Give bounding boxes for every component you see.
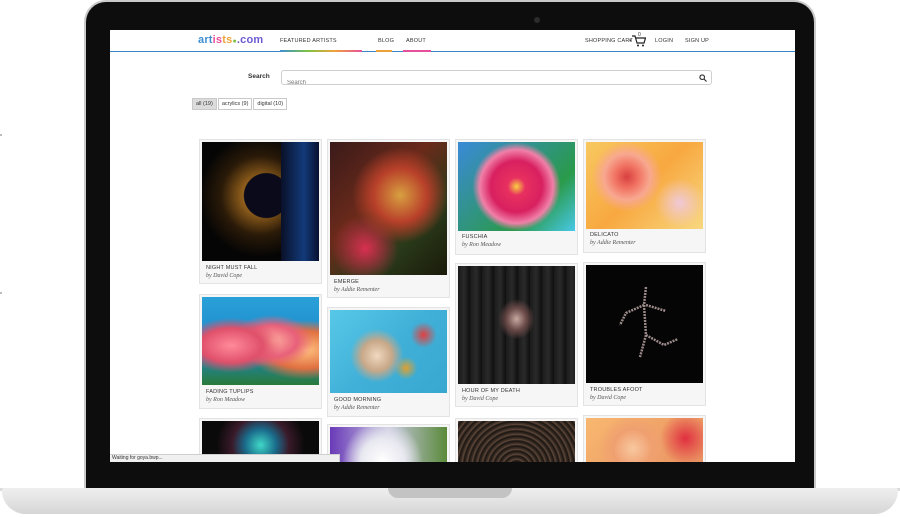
search-box[interactable] bbox=[281, 70, 712, 90]
camera-icon bbox=[534, 17, 540, 23]
side-mark bbox=[0, 134, 2, 136]
artwork-title[interactable]: NIGHT MUST FALL bbox=[206, 265, 257, 271]
artwork-artist[interactable]: by Addie Rementer bbox=[334, 287, 380, 293]
nav-accent-line bbox=[280, 50, 362, 52]
artwork-card[interactable]: FADING TUPLIPS by Ron Meadow bbox=[199, 294, 322, 409]
artwork-title[interactable]: HOUR OF MY DEATH bbox=[462, 388, 520, 394]
artwork-image[interactable] bbox=[458, 421, 575, 462]
artwork-image[interactable] bbox=[458, 142, 575, 231]
artwork-title[interactable]: GOOD MORNING bbox=[334, 397, 381, 403]
cart-count: 0 bbox=[638, 32, 641, 38]
artwork-title[interactable]: TROUBLES AFOOT bbox=[590, 387, 643, 393]
artwork-artist[interactable]: by David Cope bbox=[590, 395, 626, 401]
artwork-title[interactable]: DELICATO bbox=[590, 232, 619, 238]
artwork-image[interactable] bbox=[586, 142, 703, 229]
top-nav: artists●.com FEATURED ARTISTS BLOG ABOUT… bbox=[110, 30, 795, 52]
nav-about-underline bbox=[403, 50, 431, 52]
artwork-artist[interactable]: by David Cope bbox=[206, 273, 242, 279]
nav-featured-artists[interactable]: FEATURED ARTISTS bbox=[280, 38, 337, 44]
nav-about[interactable]: ABOUT bbox=[406, 38, 426, 44]
laptop-notch bbox=[388, 488, 512, 498]
artwork-image[interactable] bbox=[202, 142, 319, 261]
artwork-artist[interactable]: by Ron Meadow bbox=[206, 397, 245, 403]
category-filters: all (19) acrylics (9) digital (10) bbox=[192, 98, 288, 110]
artwork-card[interactable] bbox=[455, 418, 578, 462]
artwork-card[interactable]: TROUBLES AFOOT by David Cope bbox=[583, 262, 706, 406]
artwork-card[interactable]: EMERGE by Addie Rementer bbox=[327, 139, 450, 298]
filter-acrylics[interactable]: acrylics (9) bbox=[217, 98, 253, 110]
artwork-image[interactable] bbox=[586, 265, 703, 383]
artwork-artist[interactable]: by Addie Rementer bbox=[590, 240, 636, 246]
artwork-card[interactable]: DELICATO by Addie Rementer bbox=[583, 139, 706, 253]
browser-screen: artists●.com FEATURED ARTISTS BLOG ABOUT… bbox=[110, 30, 795, 462]
filter-digital[interactable]: digital (10) bbox=[253, 98, 288, 110]
nav-login[interactable]: LOGIN bbox=[655, 38, 673, 44]
site-logo[interactable]: artists●.com bbox=[198, 34, 263, 46]
artwork-title[interactable]: FADING TUPLIPS bbox=[206, 389, 254, 395]
filter-all[interactable]: all (19) bbox=[192, 98, 217, 110]
artwork-card[interactable]: GOOD MORNING by Addie Rementer bbox=[327, 307, 450, 417]
artwork-title[interactable]: EMERGE bbox=[334, 279, 359, 285]
artwork-image[interactable] bbox=[330, 427, 447, 462]
search-icon[interactable] bbox=[699, 74, 707, 82]
nav-shopping-cart[interactable]: SHOPPING CART bbox=[585, 38, 633, 44]
artwork-artist[interactable]: by Ron Meadow bbox=[462, 242, 501, 248]
artwork-image[interactable] bbox=[330, 310, 447, 393]
artwork-title[interactable]: FUSCHIA bbox=[462, 234, 488, 240]
artwork-card[interactable]: NIGHT MUST FALL by David Cope bbox=[199, 139, 322, 284]
artwork-image[interactable] bbox=[458, 266, 575, 384]
artwork-image[interactable] bbox=[330, 142, 447, 275]
artwork-artist[interactable]: by Addie Rementer bbox=[334, 405, 380, 411]
browser-status-bar: Waiting for goya.bwp... bbox=[110, 454, 340, 462]
nav-blog[interactable]: BLOG bbox=[378, 38, 394, 44]
artwork-card[interactable] bbox=[583, 415, 706, 462]
artwork-image[interactable] bbox=[586, 418, 703, 462]
search-input[interactable] bbox=[282, 76, 682, 90]
nav-blog-underline bbox=[376, 50, 392, 52]
side-mark bbox=[0, 292, 2, 294]
artwork-card[interactable]: FUSCHIA by Ron Meadow bbox=[455, 139, 578, 255]
artwork-card[interactable] bbox=[327, 424, 450, 462]
artwork-image[interactable] bbox=[202, 297, 319, 385]
nav-sign-up[interactable]: SIGN UP bbox=[685, 38, 709, 44]
search-label: Search bbox=[248, 73, 270, 80]
artwork-artist[interactable]: by David Cope bbox=[462, 396, 498, 402]
artwork-card[interactable]: HOUR OF MY DEATH by David Cope bbox=[455, 263, 578, 407]
